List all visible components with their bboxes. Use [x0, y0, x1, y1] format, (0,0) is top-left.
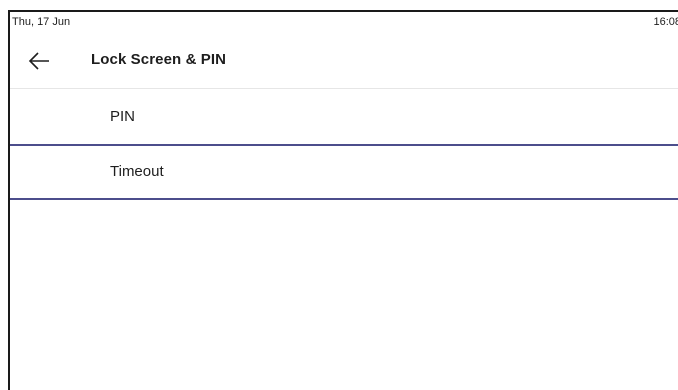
- back-button[interactable]: [24, 46, 54, 76]
- arrow-left-icon: [28, 52, 49, 70]
- list-item-label: Timeout: [110, 163, 164, 180]
- list-item-label: PIN: [110, 108, 136, 125]
- list-item-pin[interactable]: PIN: [10, 90, 678, 144]
- app-bar: Lock Screen & PIN: [10, 38, 678, 89]
- status-date: Thu, 17 Jun: [12, 16, 71, 28]
- page-title: Lock Screen & PIN: [91, 51, 227, 68]
- status-time: 16:08: [653, 16, 678, 28]
- device-screen: Thu, 17 Jun 16:08 Lock Screen & PIN PIN …: [8, 10, 678, 390]
- status-bar: Thu, 17 Jun 16:08: [10, 12, 678, 34]
- list-item-timeout[interactable]: Timeout: [10, 144, 678, 200]
- settings-list: PIN Timeout: [10, 90, 678, 200]
